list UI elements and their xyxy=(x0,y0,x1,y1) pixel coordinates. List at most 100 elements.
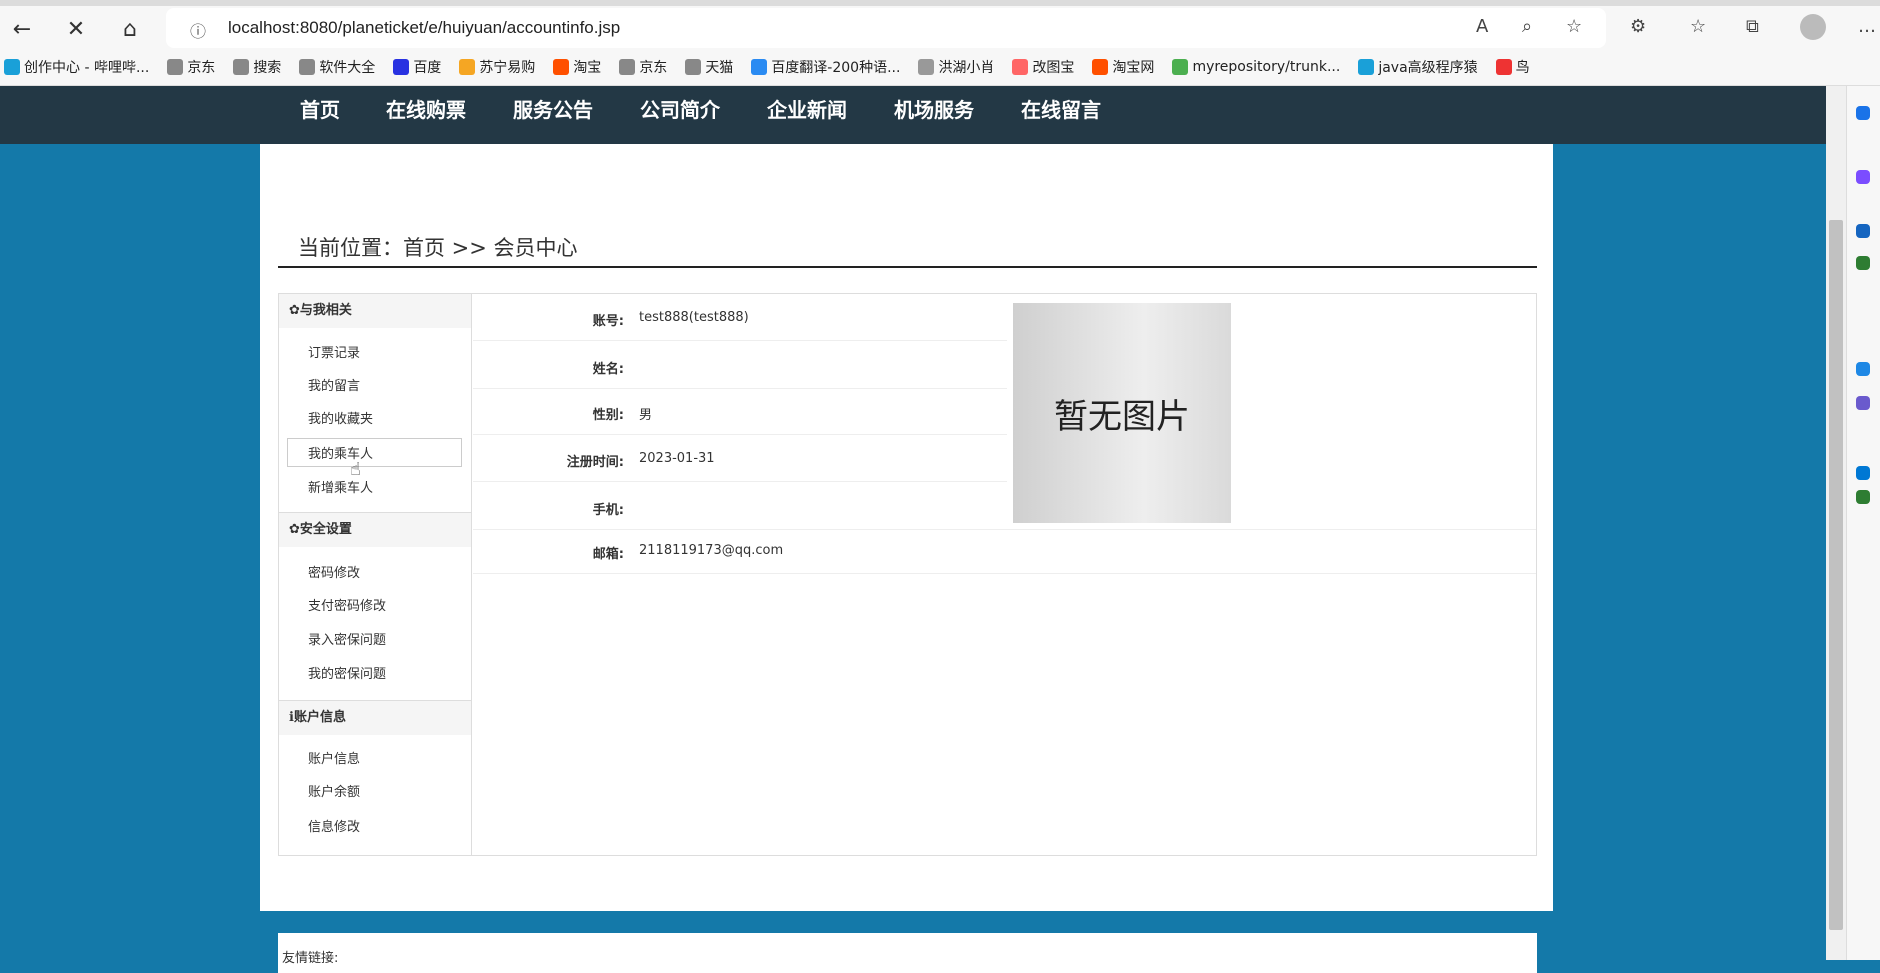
extensions-icon[interactable]: ⚙ xyxy=(1630,16,1646,37)
breadcrumb: 当前位置：首页 >> 会员中心 xyxy=(298,236,578,260)
field-label: 姓名: xyxy=(592,362,624,377)
profile-avatar[interactable] xyxy=(1800,14,1826,40)
edge-tool-icon[interactable] xyxy=(1856,466,1870,480)
row-divider xyxy=(473,340,1007,341)
scrollbar-thumb[interactable] xyxy=(1829,220,1843,930)
bookmark-item[interactable]: 百度翻译-200种语... xyxy=(751,57,900,77)
hand-cursor-icon: ☝ xyxy=(350,459,361,480)
url-text[interactable]: localhost:8080/planeticket/e/huiyuan/acc… xyxy=(228,18,620,38)
bookmark-item[interactable]: 洪湖小肖 xyxy=(918,57,994,77)
bookmark-item[interactable]: 改图宝 xyxy=(1012,57,1074,77)
nav-item[interactable]: 公司简介 xyxy=(640,94,720,123)
bookmark-icon xyxy=(1358,59,1375,75)
favorites-icon[interactable]: ☆ xyxy=(1690,16,1706,37)
bookmark-label: 苏宁易购 xyxy=(479,60,536,76)
sidebar-item[interactable]: 我的收藏夹 xyxy=(308,408,373,427)
nav-item[interactable]: 机场服务 xyxy=(894,94,974,123)
bookmark-label: 淘宝 xyxy=(573,60,602,76)
nav-item[interactable]: 企业新闻 xyxy=(767,94,847,123)
friend-links: 友情链接: xyxy=(278,933,1537,973)
sidebar-item[interactable]: 我的乘车人 xyxy=(308,443,373,462)
bookmark-item[interactable]: 京东 xyxy=(619,57,667,77)
bookmark-icon xyxy=(685,59,702,75)
sidebar-item[interactable]: 订票记录 xyxy=(308,342,360,361)
field-value: 2118119173@qq.com xyxy=(639,543,784,558)
sidebar-item[interactable]: 信息修改 xyxy=(308,816,360,835)
bookmark-item[interactable]: 软件大全 xyxy=(299,57,375,77)
home-icon[interactable]: ⌂ xyxy=(114,14,146,46)
bookmark-item[interactable]: java高级程序猿 xyxy=(1358,57,1478,77)
bookmarks-bar: 创作中心 - 哔哩哔... 京东 搜索 软件大全 百度 苏宁易购 淘宝 京东 天猫 百度翻译-20… xyxy=(0,52,1530,82)
field-label: 账号: xyxy=(592,314,624,329)
bookmark-label: java高级程序猿 xyxy=(1378,60,1478,76)
row-divider xyxy=(473,573,1536,574)
nav-item[interactable]: 在线购票 xyxy=(386,94,466,123)
bookmark-item[interactable]: 百度 xyxy=(393,57,441,77)
bookmark-item[interactable]: 淘宝 xyxy=(553,57,601,77)
row-divider xyxy=(473,529,1536,530)
sidebar-item[interactable]: 密码修改 xyxy=(308,562,360,581)
bookmark-icon xyxy=(233,59,250,75)
bookmark-label: 淘宝网 xyxy=(1112,60,1155,76)
edge-tool-icon[interactable] xyxy=(1856,256,1870,270)
bookmark-label: 洪湖小肖 xyxy=(938,60,995,76)
more-icon[interactable]: … xyxy=(1858,16,1876,37)
back-icon[interactable]: ← xyxy=(6,14,38,46)
no-photo-image: 暂无图片 xyxy=(1013,303,1231,523)
row-divider xyxy=(473,481,1007,482)
nav-item[interactable]: 首页 xyxy=(300,94,340,123)
sidebar-item[interactable]: 录入密保问题 xyxy=(308,629,386,648)
field-value: test888(test888) xyxy=(639,310,749,325)
bookmark-label: 百度翻译-200种语... xyxy=(771,60,901,76)
bookmark-icon xyxy=(1172,59,1189,75)
bookmark-icon xyxy=(459,59,476,75)
row-divider xyxy=(473,434,1007,435)
bookmark-item[interactable]: 鸟 xyxy=(1495,57,1530,77)
field-value: 男 xyxy=(639,408,653,423)
divider xyxy=(278,266,1537,268)
bookmark-icon xyxy=(751,59,768,75)
favorite-icon[interactable]: ☆ xyxy=(1566,16,1582,37)
bookmark-label: myrepository/trunk... xyxy=(1192,59,1341,75)
edge-tool-icon[interactable] xyxy=(1856,396,1870,410)
bookmark-item[interactable]: 京东 xyxy=(167,57,215,77)
edge-tool-icon[interactable] xyxy=(1856,106,1870,120)
edge-tool-icon[interactable] xyxy=(1856,362,1870,376)
divider xyxy=(279,700,471,701)
bookmark-label: 创作中心 - 哔哩哔... xyxy=(24,60,150,76)
bookmark-icon xyxy=(4,59,20,75)
edge-tool-icon[interactable] xyxy=(1856,224,1870,238)
field-label: 性别: xyxy=(592,408,624,423)
sidebar-item[interactable]: 账户信息 xyxy=(308,748,360,767)
nav-item[interactable]: 在线留言 xyxy=(1021,94,1101,123)
sidebar-item[interactable]: 支付密码修改 xyxy=(308,595,386,614)
bookmark-icon xyxy=(167,59,184,75)
nav-item[interactable]: 服务公告 xyxy=(513,94,593,123)
sidebar-section-header: ✿安全设置 xyxy=(279,513,471,547)
bookmark-item[interactable]: 苏宁易购 xyxy=(459,57,535,77)
edge-tool-icon[interactable] xyxy=(1856,490,1870,504)
bookmark-label: 鸟 xyxy=(1515,60,1530,76)
read-aloud-icon[interactable]: A xyxy=(1476,16,1488,37)
bookmark-item[interactable]: 天猫 xyxy=(685,57,733,77)
bookmark-icon xyxy=(1012,59,1029,75)
edge-tool-icon[interactable] xyxy=(1856,170,1870,184)
collections-icon[interactable]: ⧉ xyxy=(1746,16,1759,37)
bookmark-icon xyxy=(918,59,935,75)
info-icon[interactable]: ⓘ xyxy=(190,18,206,42)
bookmark-item[interactable]: 创作中心 - 哔哩哔... xyxy=(4,57,149,77)
sidebar-item[interactable]: 新增乘车人 xyxy=(308,477,373,496)
zoom-icon[interactable]: ⌕ xyxy=(1522,16,1532,37)
stop-icon[interactable]: ✕ xyxy=(60,14,92,46)
field-label: 手机: xyxy=(592,503,624,518)
sidebar-item[interactable]: 我的留言 xyxy=(308,375,360,394)
bookmark-item[interactable]: 淘宝网 xyxy=(1092,57,1154,77)
bookmark-item[interactable]: myrepository/trunk... xyxy=(1172,59,1340,75)
bookmark-icon xyxy=(1495,59,1512,75)
bookmark-icon xyxy=(553,59,570,75)
sidebar-item[interactable]: 账户余额 xyxy=(308,781,360,800)
bookmark-icon xyxy=(299,59,316,75)
bookmark-icon xyxy=(619,59,636,75)
sidebar-item[interactable]: 我的密保问题 xyxy=(308,663,386,682)
bookmark-item[interactable]: 搜索 xyxy=(233,57,281,77)
